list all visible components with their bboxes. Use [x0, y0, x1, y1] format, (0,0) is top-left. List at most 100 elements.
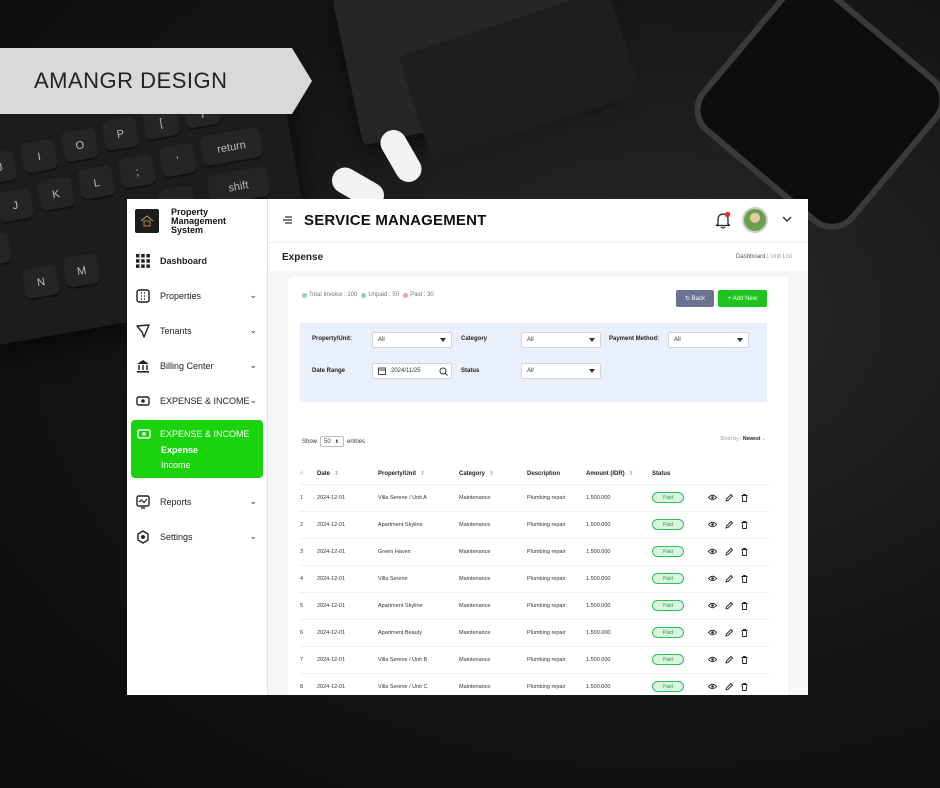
view-icon[interactable] [708, 494, 717, 501]
section-title: Expense [282, 251, 324, 263]
chevron-down-icon: ⌄ [249, 395, 257, 405]
view-icon[interactable] [708, 602, 717, 609]
col-header-date[interactable]: Date ⬍ [317, 464, 378, 485]
col-header-property[interactable]: Property/Unit ⬍ [378, 464, 459, 485]
row-description: Plumbing repair [527, 646, 586, 674]
delete-icon[interactable] [741, 547, 748, 556]
edit-icon[interactable] [725, 655, 733, 664]
delete-icon[interactable] [741, 628, 748, 637]
breadcrumb-unit-list[interactable]: Unit List [770, 254, 792, 260]
back-button[interactable]: ↻ Back [676, 290, 714, 307]
search-icon[interactable] [439, 367, 448, 376]
sidebar-active-group: EXPENSE & INCOME Expense Income [131, 420, 263, 478]
delete-icon[interactable] [741, 520, 748, 529]
app-window: Property Management System Dashboard Pro… [127, 199, 808, 695]
table-row[interactable]: 1 2024-12-01 Villa Serene / Unit A Maintena… [300, 484, 770, 512]
category-select[interactable]: All [521, 332, 601, 348]
delete-icon[interactable] [741, 574, 748, 583]
row-status: Paid [652, 592, 708, 620]
status-select[interactable]: All [521, 363, 601, 379]
sidebar-active-label: EXPENSE & INCOME [160, 429, 250, 439]
delete-icon[interactable] [741, 655, 748, 664]
table-row[interactable]: 8 2024-12-01 Villa Serene / Unit C Maintena… [300, 673, 770, 695]
row-amount: 1.500.000 [586, 619, 652, 647]
col-header-category[interactable]: Category ⬍ [459, 464, 527, 485]
sidebar-active-header[interactable]: EXPENSE & INCOME [137, 428, 257, 440]
table-row[interactable]: 4 2024-12-01 Villa Serene Maintenance Plumbi… [300, 565, 770, 593]
sidebar-item-properties[interactable]: Properties ⌄ [127, 278, 267, 313]
row-actions [708, 538, 770, 566]
sidebar-subitem-income[interactable]: Income [161, 460, 257, 470]
edit-icon[interactable] [725, 493, 733, 502]
property-unit-select[interactable]: All [372, 332, 452, 348]
caret-down-icon [589, 338, 595, 342]
table-row[interactable]: 7 2024-12-01 Villa Serene / Unit B Maintena… [300, 646, 770, 674]
col-header-label: Description [527, 470, 561, 477]
key: ' [158, 142, 198, 180]
row-property-unit: Apartment Skyline [378, 511, 459, 539]
sidebar-item-settings[interactable]: Settings ⌄ [127, 519, 267, 554]
delete-icon[interactable] [741, 493, 748, 502]
brand-line: System [171, 224, 204, 235]
row-description: Plumbing repair [527, 484, 586, 512]
date-range-input[interactable]: 2024/11/25 [372, 363, 452, 379]
menu-toggle-icon[interactable] [282, 215, 292, 227]
breadcrumb-dashboard[interactable]: Dashboard [736, 254, 765, 260]
updown-icon: ⬍ [334, 438, 339, 445]
brand[interactable]: Property Management System [127, 199, 267, 243]
row-actions [708, 646, 770, 674]
sort-control[interactable]: Short by : Newest ⌄ [720, 436, 766, 442]
entries-select[interactable]: 50 ⬍ [320, 436, 345, 447]
view-icon[interactable] [708, 575, 717, 582]
key: H [0, 231, 13, 270]
sidebar-item-tenants[interactable]: Tenants ⌄ [127, 313, 267, 348]
sidebar-item-dashboard[interactable]: Dashboard [127, 243, 267, 278]
row-description: Plumbing repair [527, 619, 586, 647]
edit-icon[interactable] [725, 682, 733, 691]
chevron-down-icon[interactable] [782, 213, 792, 225]
avatar[interactable] [742, 207, 768, 233]
table-row[interactable]: 5 2024-12-01 Apartment Skyline Maintenance P… [300, 592, 770, 620]
status-badge: Paid [652, 681, 684, 692]
sidebar-subitem-expense[interactable]: Expense [161, 445, 257, 455]
col-header-amount[interactable]: Amount (IDR) ⬍ [586, 464, 652, 485]
col-header-status: Status [652, 464, 708, 485]
view-icon[interactable] [708, 656, 717, 663]
bell-icon[interactable] [715, 211, 731, 234]
row-date: 2024-12-01 [317, 592, 378, 620]
delete-icon[interactable] [741, 601, 748, 610]
status-dot [361, 292, 367, 298]
table-row[interactable]: 3 2024-12-01 Green Haven Maintenance Plumbin… [300, 538, 770, 566]
delete-icon[interactable] [741, 682, 748, 691]
edit-icon[interactable] [725, 628, 733, 637]
banner-text: AMANGR DESIGN [34, 68, 228, 93]
row-date: 2024-12-01 [317, 646, 378, 674]
view-icon[interactable] [708, 521, 717, 528]
edit-icon[interactable] [725, 547, 733, 556]
table-row[interactable]: 2 2024-12-01 Apartment Skyline Maintenance P… [300, 511, 770, 539]
background-earbud [375, 125, 427, 187]
add-new-button[interactable]: + Add New [718, 290, 767, 307]
status-badge: Paid [652, 546, 684, 557]
sidebar: Property Management System Dashboard Pro… [127, 199, 268, 695]
sidebar-item-expense-income[interactable]: EXPENSE & INCOME ⌄ [127, 383, 267, 418]
view-icon[interactable] [708, 629, 717, 636]
sidebar-item-reports[interactable]: Reports ⌄ [127, 484, 267, 519]
row-actions [708, 619, 770, 647]
status-badge: Paid [652, 573, 684, 584]
chevron-down-icon: ⌄ [249, 325, 257, 335]
edit-icon[interactable] [725, 601, 733, 610]
payment-method-select[interactable]: All [668, 332, 749, 348]
view-icon[interactable] [708, 548, 717, 555]
edit-icon[interactable] [725, 520, 733, 529]
filter-label: Status [461, 368, 480, 374]
row-amount: 1.500.000 [586, 538, 652, 566]
sidebar-item-billing-center[interactable]: Billing Center ⌄ [127, 348, 267, 383]
view-icon[interactable] [708, 683, 717, 690]
table-row[interactable]: 6 2024-12-01 Apartment Beauty Maintenance Pl… [300, 619, 770, 647]
topbar: SERVICE MANAGEMENT [268, 199, 808, 243]
col-header-description[interactable]: Description [527, 464, 586, 485]
row-description: Plumbing repair [527, 538, 586, 566]
edit-icon[interactable] [725, 574, 733, 583]
select-value: All [674, 337, 681, 343]
